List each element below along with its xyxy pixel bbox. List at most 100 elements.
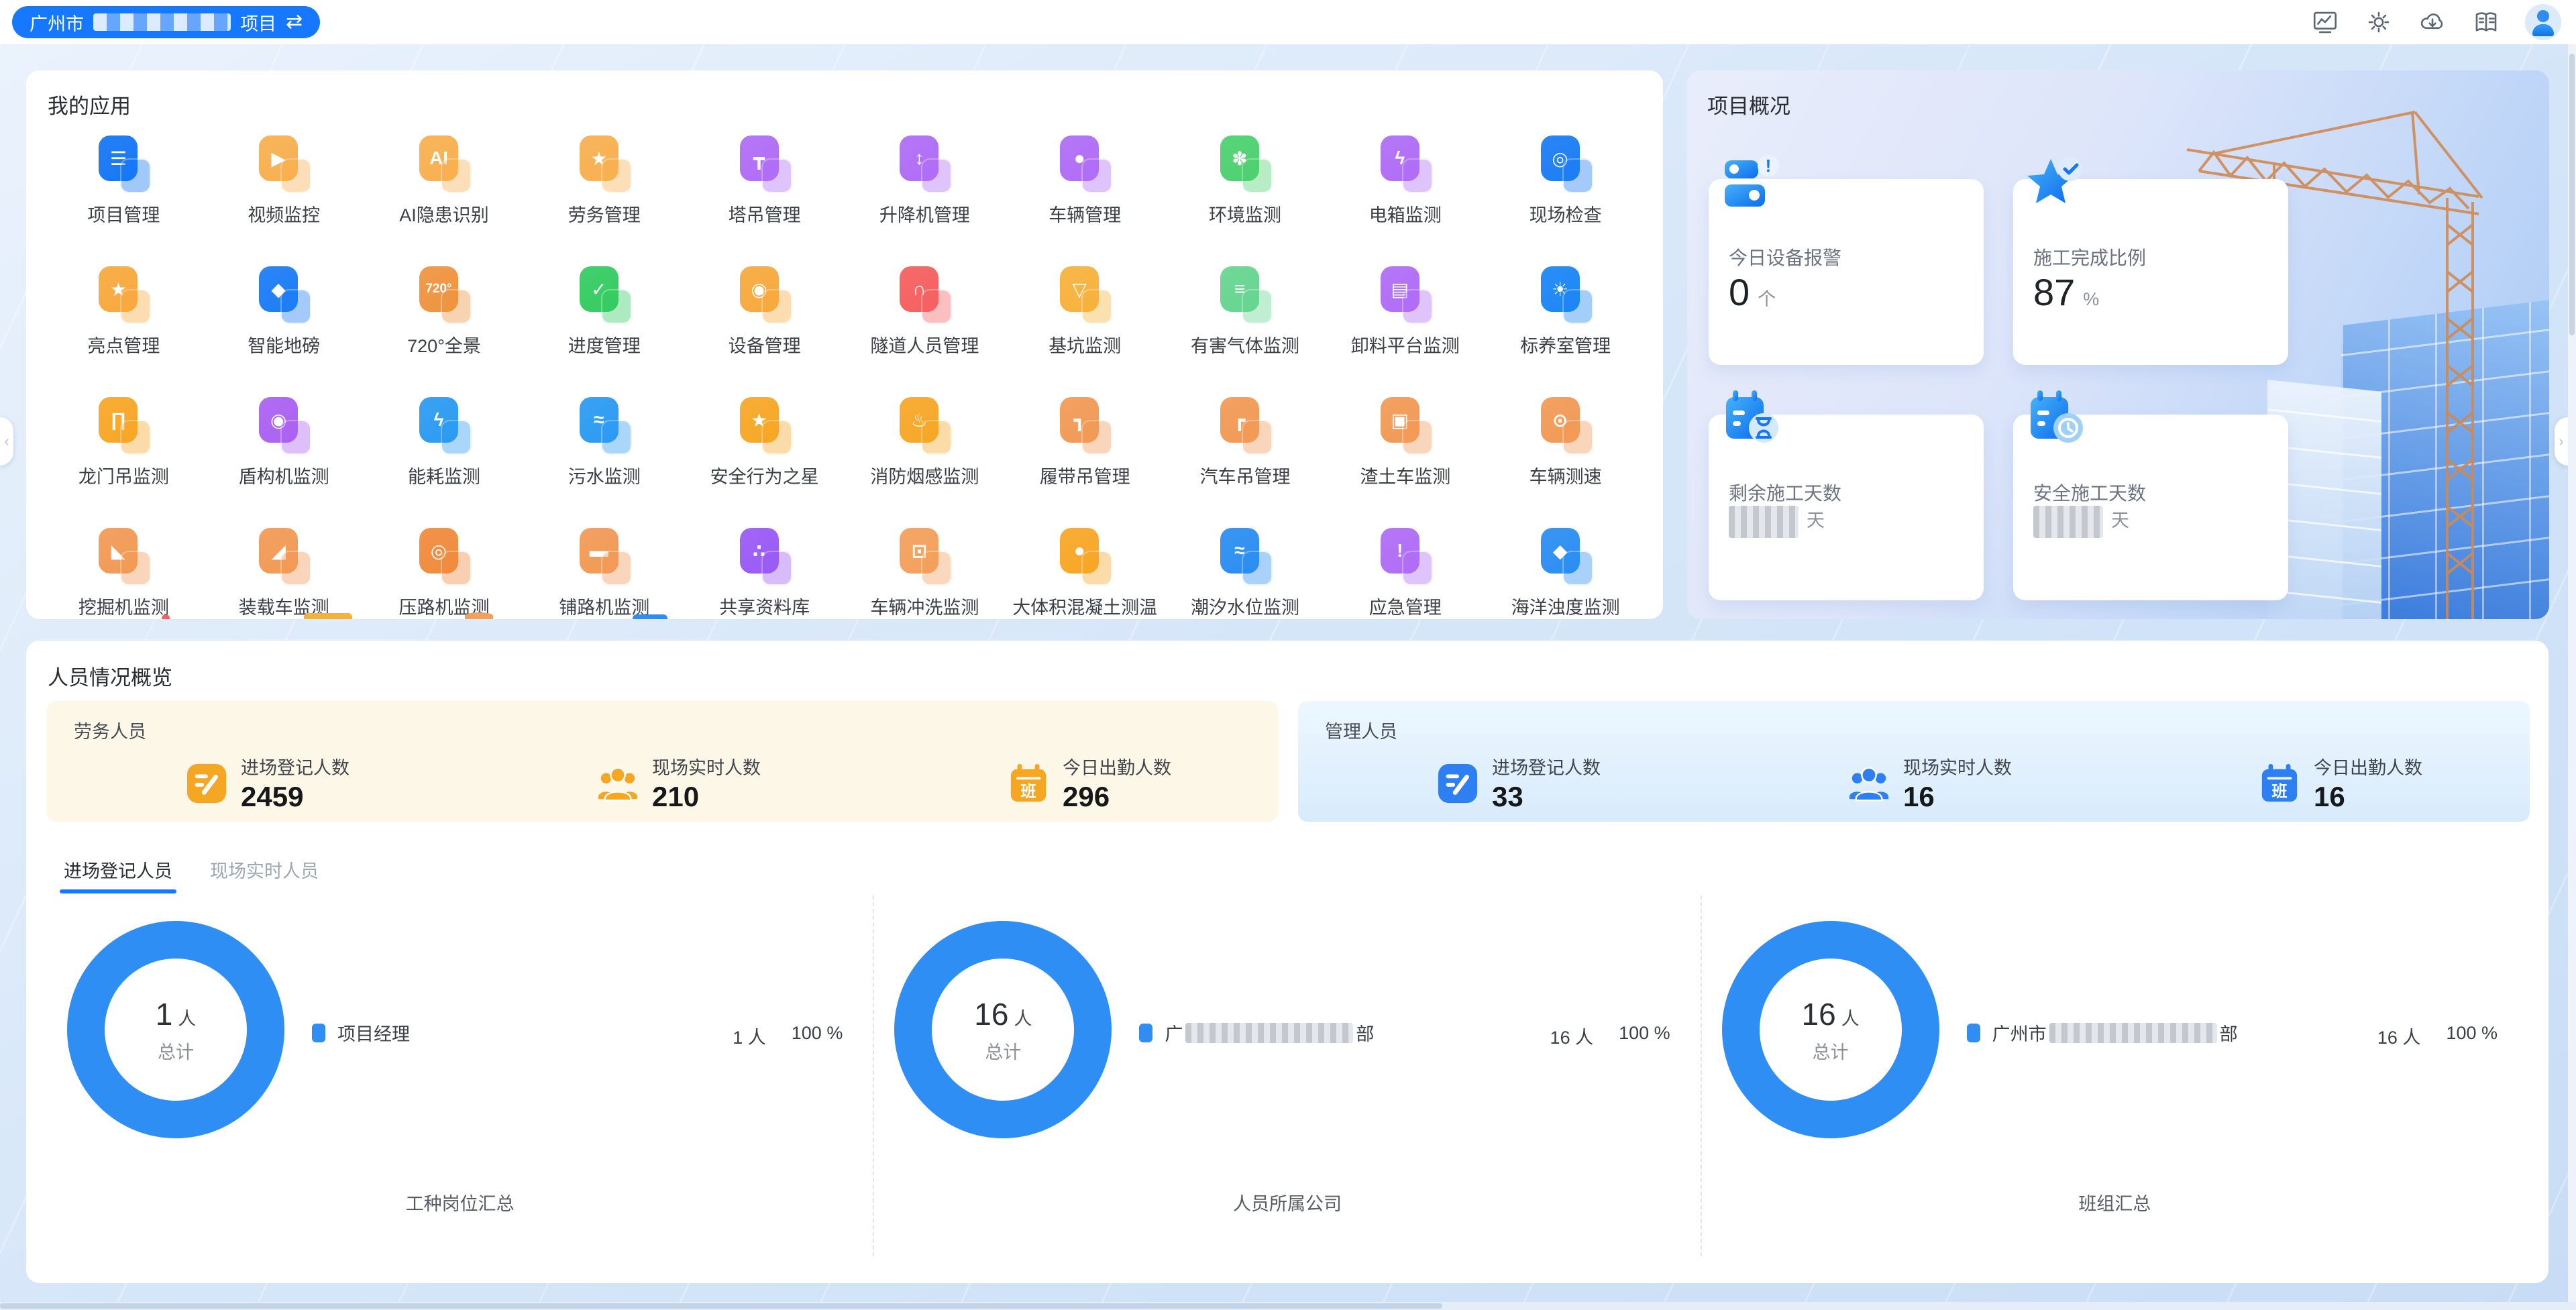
app-icon-铺路机监测: ▬: [575, 527, 634, 586]
app-item-盾构机监测[interactable]: ◉盾构机监测: [204, 388, 364, 519]
app-label: 能耗监测: [408, 462, 480, 488]
app-item-劳务管理[interactable]: ★劳务管理: [524, 127, 684, 258]
scroll-left-handle[interactable]: ‹: [0, 417, 13, 466]
app-label: 环境监测: [1209, 201, 1281, 227]
legend-count: 16 人: [2377, 1023, 2421, 1049]
group-title: 管理人员: [1325, 717, 1397, 743]
partial-app-icon: [304, 613, 352, 619]
app-item-塔吊管理[interactable]: ┳塔吊管理: [684, 127, 845, 258]
app-item-共享资料库[interactable]: ∴共享资料库: [684, 519, 845, 619]
app-icon-共享资料库: ∴: [735, 527, 794, 586]
app-item-车辆测速[interactable]: ⊙车辆测速: [1485, 388, 1646, 519]
app-icon-电箱监测: ϟ: [1376, 135, 1435, 194]
app-label: 汽车吊管理: [1199, 462, 1290, 488]
app-item-海洋浊度监测[interactable]: ◆海洋浊度监测: [1485, 519, 1646, 619]
project-switcher-pill[interactable]: 广州市项目 ⇄: [12, 6, 320, 38]
legend-name: 项目经理: [337, 1020, 410, 1046]
group-title: 劳务人员: [74, 717, 146, 743]
app-item-汽车吊管理[interactable]: ┏汽车吊管理: [1165, 388, 1326, 519]
horizontal-scrollbar-thumb[interactable]: [0, 1303, 1442, 1309]
app-item-设备管理[interactable]: ◉设备管理: [684, 258, 845, 388]
app-icon-AI隐患识别: AI: [415, 135, 474, 194]
app-item-标养室管理[interactable]: ☀标养室管理: [1485, 258, 1646, 388]
app-item-渣土车监测[interactable]: ▣渣土车监测: [1325, 388, 1485, 519]
app-icon-挖掘机监测: ◣: [94, 527, 153, 586]
app-item-压路机监测[interactable]: ◎压路机监测: [364, 519, 525, 619]
manual-book-icon[interactable]: [2471, 7, 2501, 37]
app-item-现场检查[interactable]: ◎现场检查: [1485, 127, 1646, 258]
app-item-基坑监测[interactable]: ▽基坑监测: [1005, 258, 1165, 388]
dashboard-monitor-icon[interactable]: [2310, 7, 2340, 37]
donut-total-value: 1: [156, 997, 173, 1032]
tab-现场实时人员[interactable]: 现场实时人员: [210, 857, 319, 893]
app-item-720°全景[interactable]: 720°720°全景: [364, 258, 525, 388]
app-label: 项目管理: [87, 201, 160, 227]
app-item-车辆管理[interactable]: ●车辆管理: [1005, 127, 1165, 258]
app-item-消防烟感监测[interactable]: ♨消防烟感监测: [845, 388, 1005, 519]
app-item-有害气体监测[interactable]: ≡有害气体监测: [1165, 258, 1326, 388]
app-item-挖掘机监测[interactable]: ◣挖掘机监测: [44, 519, 204, 619]
app-item-智能地磅[interactable]: ◆智能地磅: [204, 258, 364, 388]
管理人员-现场实时人数: 现场实时人数16: [1848, 753, 2012, 813]
app-item-隧道人员管理[interactable]: ∩隧道人员管理: [845, 258, 1005, 388]
legend-marker: [1139, 1024, 1152, 1042]
donut-center-total: 16人总计: [1802, 996, 1860, 1064]
app-item-安全行为之星[interactable]: ★安全行为之星: [684, 388, 845, 519]
app-item-亮点管理[interactable]: ★亮点管理: [44, 258, 204, 388]
app-icon-标养室管理: ☀: [1536, 266, 1595, 325]
app-item-龙门吊监测[interactable]: ∏ 龙门吊监测: [44, 388, 204, 519]
vertical-scrollbar: [2568, 44, 2576, 1310]
app-label: 有害气体监测: [1191, 331, 1299, 358]
scroll-right-handle[interactable]: ›: [2555, 417, 2568, 466]
chart-caption: 人员所属公司: [874, 1189, 1700, 1215]
stat-label: 进场登记人数: [1492, 753, 1601, 779]
app-label: 亮点管理: [87, 331, 160, 358]
vertical-scrollbar-thumb[interactable]: [2569, 54, 2575, 335]
app-item-应急管理[interactable]: !应急管理: [1325, 519, 1485, 619]
tab-进场登记人员[interactable]: 进场登记人员: [64, 857, 172, 893]
legend-percent: 100 %: [2446, 1023, 2498, 1049]
legend-item: 广州市部: [1967, 1020, 2238, 1046]
donut-chart: 16人总计: [894, 921, 1112, 1138]
app-item-环境监测[interactable]: ✽环境监测: [1165, 127, 1326, 258]
stat-value: 16: [1903, 781, 2012, 813]
app-item-装载车监测[interactable]: ◢装载车监测: [204, 519, 364, 619]
stat-value: 2459: [241, 781, 350, 813]
app-item-铺路机监测[interactable]: ▬铺路机监测: [524, 519, 684, 619]
donut-center-total: 16人总计: [974, 996, 1032, 1064]
stat-value: 16: [2314, 781, 2422, 813]
app-icon-大体积混凝土测温: ●: [1055, 527, 1114, 586]
charts-row: 1人总计项目经理1 人100 %工种岗位汇总16人总计广部16 人100 %人员…: [47, 895, 2528, 1256]
project-overview-title: 项目概况: [1707, 89, 1790, 119]
stat-label: 现场实时人数: [652, 753, 761, 779]
stat-value-redacted: [1729, 506, 1799, 538]
app-item-项目管理[interactable]: ☰项目管理: [44, 127, 204, 258]
app-icon-龙门吊监测: ∏: [94, 396, 153, 455]
user-avatar[interactable]: [2525, 4, 2561, 40]
app-item-大体积混凝土测温[interactable]: ●大体积混凝土测温: [1005, 519, 1165, 619]
my-apps-title: 我的应用: [48, 89, 131, 119]
app-label: 龙门吊监测: [78, 462, 169, 488]
app-item-升降机管理[interactable]: ↕升降机管理: [845, 127, 1005, 258]
personnel-overview-card: 人员情况概览 劳务人员 进场登记人数2459现场实时人数210班今日出勤人数29…: [26, 641, 2548, 1283]
stat-card-completion-ratio: 施工完成比例 87 %: [2013, 179, 2288, 365]
topbar-actions: [2310, 0, 2561, 44]
app-item-AI隐患识别[interactable]: AIAI隐患识别: [364, 127, 525, 258]
settings-gear-icon[interactable]: [2364, 7, 2394, 37]
labor-personnel-strip: 劳务人员 进场登记人数2459现场实时人数210班今日出勤人数296: [47, 701, 1278, 822]
chart-panel-人员所属公司: 16人总计广部16 人100 %人员所属公司: [874, 895, 1701, 1256]
app-item-潮汐水位监测[interactable]: ≈潮汐水位监测: [1165, 519, 1326, 619]
app-item-电箱监测[interactable]: ϟ电箱监测: [1325, 127, 1485, 258]
app-item-进度管理[interactable]: ✓进度管理: [524, 258, 684, 388]
app-item-污水监测[interactable]: ≈污水监测: [524, 388, 684, 519]
legend-marker: [312, 1024, 325, 1042]
app-item-卸料平台监测[interactable]: ▤卸料平台监测: [1325, 258, 1485, 388]
app-item-车辆冲洗监测[interactable]: ⊡车辆冲洗监测: [845, 519, 1005, 619]
stat-label: 进场登记人数: [241, 753, 350, 779]
cloud-download-icon[interactable]: [2418, 7, 2447, 37]
劳务人员-今日出勤人数: 班今日出勤人数296: [1008, 753, 1171, 813]
app-item-履带吊管理[interactable]: ┓履带吊管理: [1005, 388, 1165, 519]
app-item-视频监控[interactable]: ▶视频监控: [204, 127, 364, 258]
project-name-prefix: 广州市: [30, 9, 84, 36]
app-item-能耗监测[interactable]: ϟ能耗监测: [364, 388, 525, 519]
